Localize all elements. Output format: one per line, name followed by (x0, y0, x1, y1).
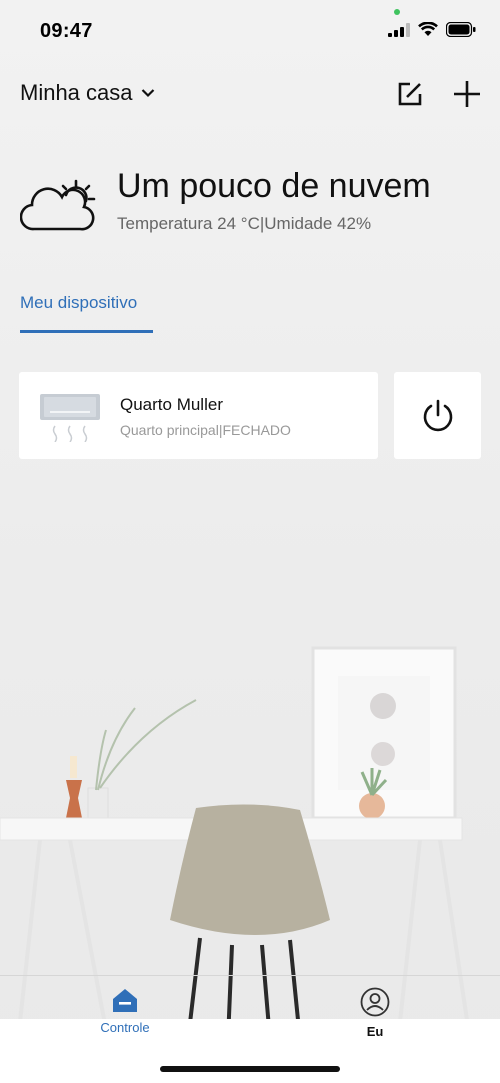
home-icon (113, 989, 137, 1012)
nav-item-controle[interactable]: Controle (85, 987, 165, 1035)
user-icon (360, 987, 390, 1017)
privacy-indicator-dot (394, 9, 400, 15)
power-icon (423, 399, 452, 431)
battery-icon (446, 22, 476, 37)
nav-item-eu[interactable]: Eu (335, 987, 415, 1039)
weather-summary: Um pouco de nuvem Temperatura 24 °C|Umid… (20, 165, 480, 245)
tab-active-indicator (20, 330, 153, 333)
tab-meu-dispositivo[interactable]: Meu dispositivo (20, 293, 153, 333)
chevron-down-icon (141, 89, 154, 98)
tab-label: Meu dispositivo (20, 293, 138, 312)
weather-condition: Um pouco de nuvem (117, 167, 431, 205)
add-button[interactable] (452, 79, 482, 109)
status-icons (388, 22, 476, 37)
air-conditioner-icon (40, 394, 100, 442)
power-button[interactable] (394, 372, 481, 459)
app-screen: 09:47 Minha casa Um pouco de nuvem Tempe… (0, 0, 500, 1083)
nav-label-eu: Eu (366, 1024, 384, 1039)
edit-button[interactable] (396, 80, 424, 108)
cellular-signal-icon (388, 22, 410, 37)
home-indicator (160, 1066, 340, 1072)
partly-cloudy-icon (20, 179, 96, 231)
plus-icon (454, 81, 480, 107)
weather-details: Temperatura 24 °C|Umidade 42% (117, 214, 372, 233)
edit-icon (398, 82, 422, 106)
tabbar-divider (0, 975, 500, 976)
nav-label-controle: Controle (100, 1020, 150, 1035)
status-time: 09:47 (40, 20, 93, 42)
header: Minha casa (0, 76, 500, 116)
device-name: Quarto Muller (120, 395, 223, 414)
home-title: Minha casa (20, 80, 133, 105)
status-bar: 09:47 (0, 0, 500, 56)
wifi-icon (418, 22, 438, 36)
home-selector[interactable]: Minha casa (20, 80, 155, 106)
tabbar-background (0, 1019, 500, 1083)
device-status: Quarto principal|FECHADO (120, 422, 291, 438)
device-card[interactable]: Quarto Muller Quarto principal|FECHADO (19, 372, 378, 459)
